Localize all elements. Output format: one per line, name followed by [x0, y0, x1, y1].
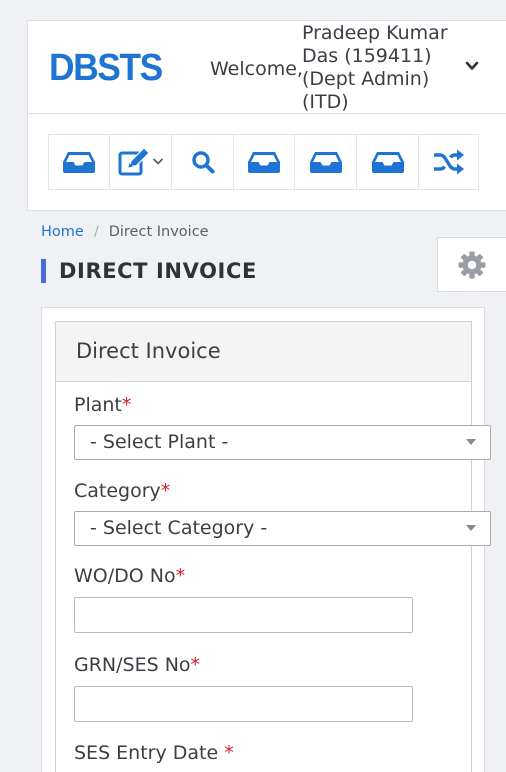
gear-icon — [458, 251, 486, 278]
wo-do-label: WO/DO No* — [74, 565, 186, 587]
page-title: DIRECT INVOICE — [41, 259, 257, 283]
inbox-button-4[interactable] — [357, 135, 419, 189]
shuffle-button[interactable] — [419, 135, 478, 189]
app-logo[interactable]: DBSTS — [49, 47, 163, 89]
card-title: Direct Invoice — [56, 322, 471, 382]
required-marker: * — [224, 742, 234, 764]
plant-label: Plant* — [74, 394, 132, 416]
category-select[interactable]: - Select Category - — [74, 511, 491, 546]
top-header: DBSTS Welcome, Pradeep Kumar Das (159411… — [27, 20, 506, 114]
ses-entry-date-label: SES Entry Date * — [74, 742, 234, 764]
inbox-icon — [309, 152, 342, 173]
shuffle-icon — [433, 149, 464, 175]
search-button[interactable] — [172, 135, 234, 189]
inbox-icon — [371, 152, 404, 173]
toolbar-area — [27, 114, 506, 211]
dropdown-arrow-icon — [466, 439, 476, 445]
grn-ses-label: GRN/SES No* — [74, 654, 201, 676]
settings-button[interactable] — [437, 237, 506, 292]
breadcrumb-current: Direct Invoice — [108, 224, 209, 240]
dropdown-arrow-icon — [466, 525, 476, 531]
required-marker: * — [175, 565, 186, 587]
inbox-icon — [63, 152, 95, 173]
chevron-down-icon[interactable] — [465, 59, 479, 73]
search-icon — [191, 151, 214, 174]
user-name[interactable]: Pradeep Kumar Das (159411) (Dept Admin) … — [302, 22, 472, 114]
required-marker: * — [160, 480, 171, 502]
inbox-icon — [248, 152, 280, 173]
breadcrumb: Home / Direct Invoice — [41, 223, 209, 241]
category-label: Category* — [74, 480, 171, 502]
breadcrumb-home-link[interactable]: Home — [41, 223, 84, 241]
required-marker: * — [190, 654, 201, 676]
chevron-down-icon — [152, 157, 163, 165]
category-select-value: - Select Category - — [90, 517, 268, 539]
inbox-button-3[interactable] — [295, 135, 357, 189]
breadcrumb-separator: / — [93, 224, 99, 240]
edit-dropdown-button[interactable] — [110, 135, 172, 189]
inbox-button-2[interactable] — [234, 135, 295, 189]
required-marker: * — [121, 394, 132, 416]
grn-ses-input[interactable] — [74, 686, 413, 722]
action-toolbar — [48, 134, 479, 190]
edit-icon — [118, 147, 150, 176]
wo-do-input[interactable] — [74, 597, 413, 633]
inbox-button-1[interactable] — [49, 135, 110, 189]
plant-select[interactable]: - Select Plant - — [74, 425, 491, 460]
plant-select-value: - Select Plant - — [90, 431, 229, 453]
welcome-text: Welcome, — [210, 58, 303, 80]
